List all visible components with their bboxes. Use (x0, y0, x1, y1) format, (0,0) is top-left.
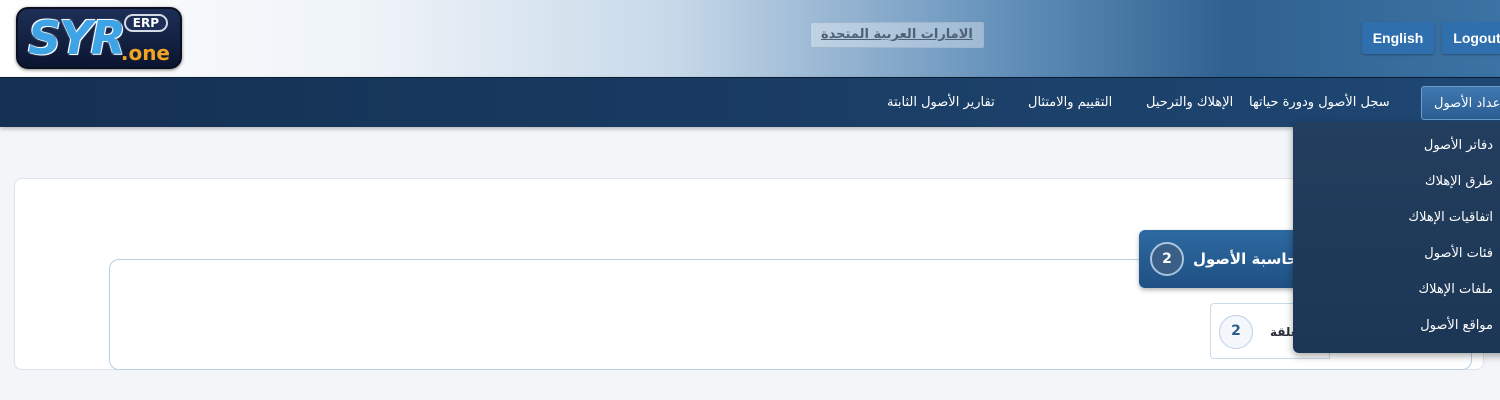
logo-wordmark: SYR (28, 11, 126, 65)
english-language-button[interactable]: English (1362, 22, 1434, 54)
menu-item-asset-categories[interactable]: فئات الأصول (1424, 242, 1493, 266)
top-header: SYR ERP .one الامارات العربية المتحدة En… (0, 0, 1500, 77)
logout-button[interactable]: Logout (1442, 22, 1500, 54)
menu-item-depreciation-methods[interactable]: طرق الإهلاك (1425, 170, 1493, 194)
nav-tab-fixed-asset-reports[interactable]: تقارير الأصول الثابتة (887, 86, 995, 120)
nav-tab-depreciation-posting[interactable]: الإهلاك والترحيل (1146, 86, 1233, 120)
nav-tab-valuation-compliance[interactable]: التقييم والامتثال (1028, 86, 1112, 120)
section-count-badge: 2 (1150, 242, 1184, 276)
nav-tab-asset-setup[interactable]: إعداد الأصول (1421, 86, 1500, 120)
section-title: محاسبة الأصول (1193, 250, 1308, 268)
country-label[interactable]: الامارات العربية المتحدة (810, 22, 984, 48)
main-nav: إعداد الأصول سجل الأصول ودورة حياتها الإ… (0, 77, 1500, 127)
syr-one-logo[interactable]: SYR ERP .one (16, 7, 182, 69)
logo-erp-badge: ERP (123, 14, 168, 32)
nav-tab-asset-register[interactable]: سجل الأصول ودورة حياتها (1249, 86, 1390, 120)
logo-suffix: .one (120, 41, 170, 65)
menu-item-depreciation-agreements[interactable]: اتفاقيات الإهلاك (1408, 206, 1493, 230)
asset-setup-dropdown: دفاتر الأصول طرق الإهلاك اتفاقيات الإهلا… (1293, 122, 1500, 353)
menu-item-asset-locations[interactable]: مواقع الأصول (1420, 314, 1493, 338)
pending-count-badge: 2 (1219, 315, 1253, 349)
menu-item-depreciation-profiles[interactable]: ملفات الإهلاك (1418, 278, 1493, 302)
menu-item-asset-books[interactable]: دفاتر الأصول (1424, 134, 1493, 158)
